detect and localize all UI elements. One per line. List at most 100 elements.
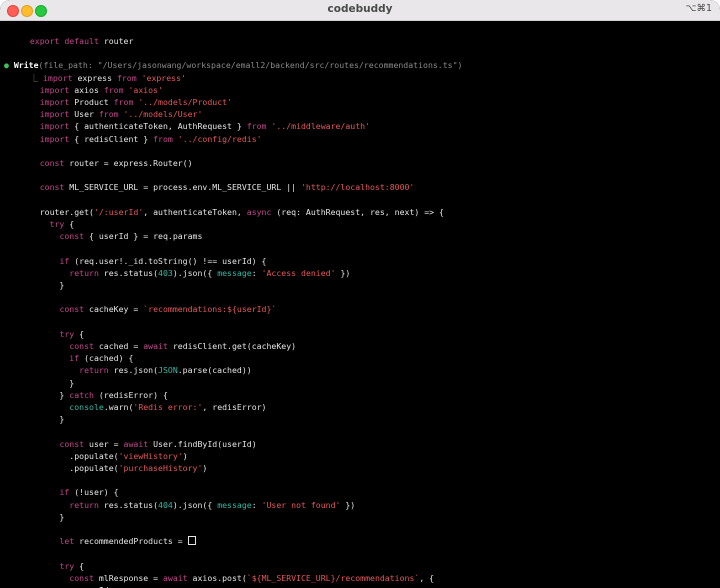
code-token: await [123,438,149,449]
code-token: import [39,133,70,144]
code-token: mlResponse = [93,572,163,583]
terminal-line: } catch (redisError) { [20,389,168,401]
code-token: ) [202,463,208,473]
code-token: res.json( [108,365,159,376]
code-token: .parse(cached)) [177,365,252,376]
terminal-line: try { [20,560,84,572]
terminal-output[interactable]: export default router ● Write(file_path: … [0,21,720,588]
terminal-line: return res.status(403).json({ message: '… [20,267,350,279]
terminal-line: const cached = await redisClient.get(cac… [20,340,296,352]
code-token: { [74,560,85,571]
code-token: (!user) { [69,487,119,498]
code-token: ).json({ [172,499,218,510]
code-token: 'Redis error:' [133,402,203,412]
code-token: console [69,402,104,412]
code-token: const [59,304,85,315]
code-token: { redisClient } [69,133,154,144]
code-token: `${ML_SERVICE_URL}/recommendations` [246,572,420,583]
code-token: express [72,72,117,83]
code-token: return [69,499,99,510]
title-bar: codebuddy ⌥⌘1 [0,0,720,21]
code-token: User [69,109,99,120]
code-token: ⎿ [20,72,43,83]
code-token: const [59,231,85,242]
code-token: const [39,182,65,193]
code-token: user = [84,438,124,449]
code-token: const [69,572,94,583]
code-token: axios [69,84,104,95]
code-token: ) [182,450,188,461]
terminal-line: if (req.user!._id.toString() !== userId)… [20,255,266,267]
code-token: { [74,328,85,339]
code-token: 'axios' [128,84,163,95]
terminal-line: console.warn('Redis error:', redisError) [20,401,266,413]
code-token: import [39,84,70,95]
code-token: 'User not found' [261,499,341,510]
code-token: }) [335,267,351,278]
code-token: const [69,341,94,351]
code-token: return [69,267,99,278]
code-token: res.status( [98,499,159,510]
terminal-line: try { [20,328,84,340]
code-token: : [251,267,262,278]
code-token: User.findById(userId) [148,438,257,449]
code-token: } [20,280,65,290]
terminal-line: const user = await User.findById(userId) [20,438,257,450]
code-token: }) [340,499,356,510]
terminal-line: } [20,279,64,291]
code-token: redisClient.get(cacheKey) [167,341,297,351]
terminal-line: router.get('/:userId', authenticateToken… [20,206,444,218]
terminal-window: codebuddy ⌥⌘1 export default router ● Wri… [0,0,720,588]
code-token: if [59,487,70,498]
code-token: (req: AuthRequest, res, next) => { [271,206,444,217]
code-token: JSON [158,365,178,376]
code-token: from [98,109,119,120]
code-token: cached = [93,341,144,351]
terminal-line: } [20,511,64,523]
code-token: 'Access denied' [261,267,336,278]
code-token: const [59,438,85,449]
window-shortcut: ⌥⌘1 [685,3,713,14]
code-token: ).json({ [172,267,218,278]
terminal-line: return res.status(404).json({ message: '… [20,499,355,511]
terminal-line: if (!user) { [20,486,119,498]
code-token: '/:userId' [93,206,144,217]
code-token: } [20,414,65,425]
code-token: from [113,97,134,107]
code-token: '../models/User' [123,109,203,120]
terminal-line: const cacheKey = `recommendations:${user… [20,303,276,315]
terminal-line: const mlResponse = await axios.post(`${M… [20,572,434,584]
terminal-line: return res.json(JSON.parse(cached)) [20,364,252,376]
code-token: { userId } = req.params [84,231,203,242]
terminal-line: import axios from 'axios' [20,84,163,96]
code-token: let [59,536,75,547]
code-token: router = express.Router() [64,158,193,168]
code-token: 'http://localhost:8000' [300,182,415,193]
code-token: (redisError) { [93,389,168,400]
code-token: { [64,219,75,229]
code-token: if [69,353,80,364]
code-token: ML_SERVICE_URL = process.env.ML_SERVICE_… [64,182,301,193]
code-token: Product [69,97,114,107]
code-token: try [59,560,75,571]
terminal-line: const { userId } = req.params [20,230,202,242]
code-token: .populate( [20,463,119,473]
terminal-line: const router = express.Router() [20,157,193,169]
code-token: (file_path: "/Users/jasonwang/workspace/… [38,60,463,71]
code-token: , { [419,572,435,583]
code-token: '../models/Product' [138,97,232,107]
code-token: } [20,511,65,522]
code-token: 404 [158,499,173,510]
code-token: from [246,121,267,132]
code-token: from [153,133,173,144]
